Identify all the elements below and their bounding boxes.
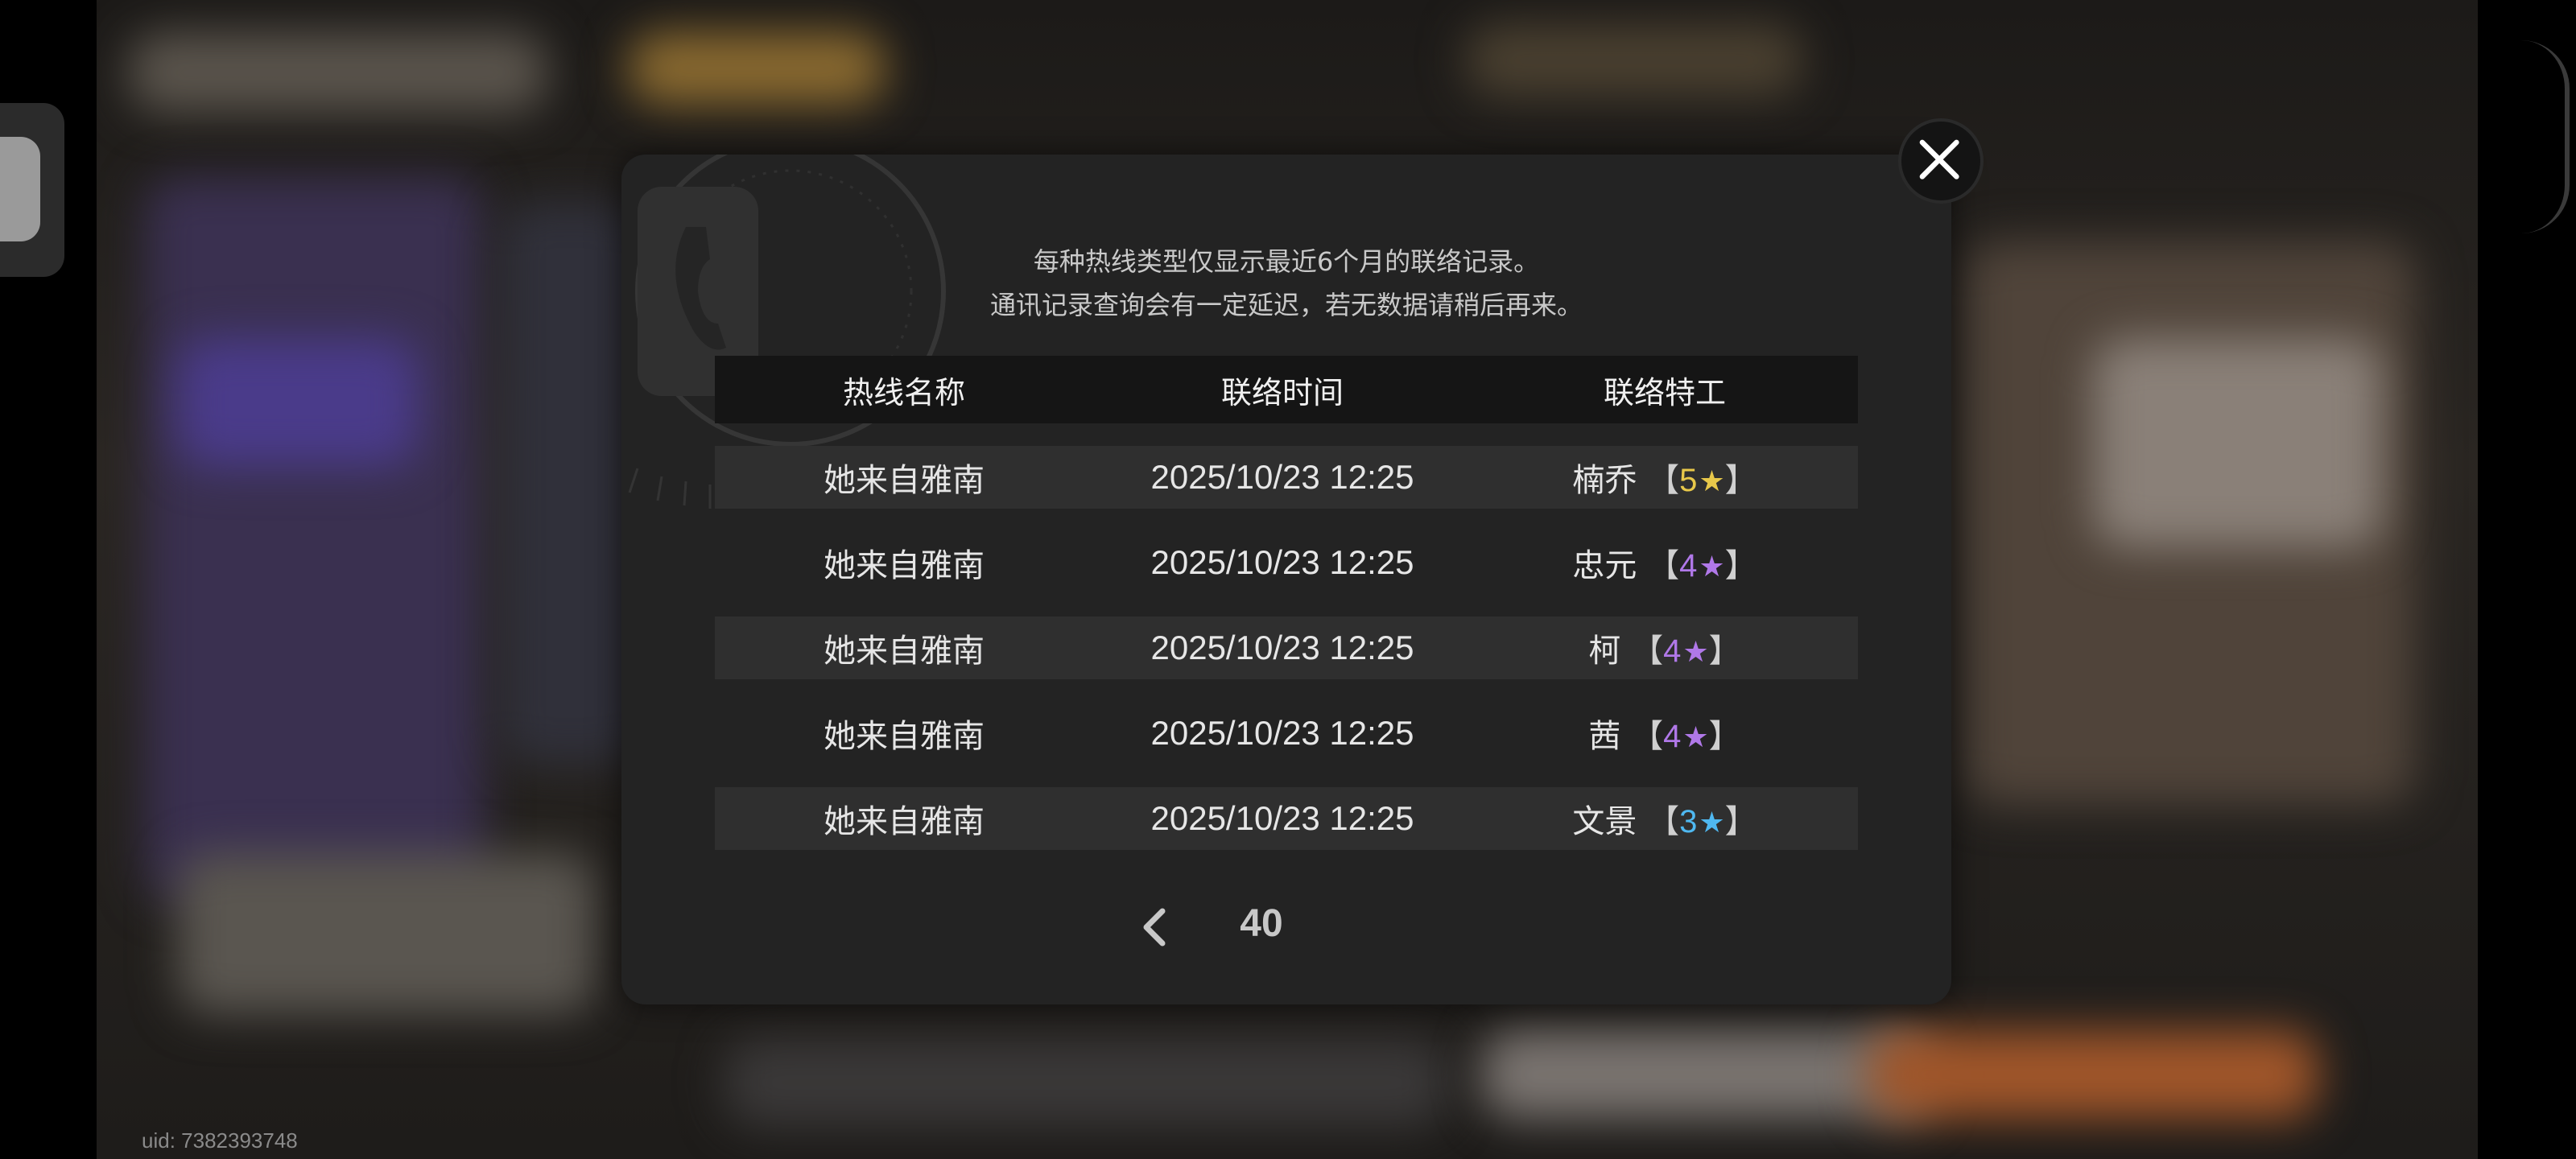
- notice-line-2: 通讯记录查询会有一定延迟，若无数据请稍后再来。: [989, 290, 1583, 320]
- rank-bracket-open: 【: [1647, 462, 1680, 499]
- contact-time-cell: 2025/10/23 12:25: [1150, 714, 1414, 752]
- side-handle[interactable]: [0, 103, 64, 277]
- notice-text: 每种热线类型仅显示最近6个月的联络记录。 通讯记录查询会有一定延迟，若无数据请稍…: [621, 240, 1951, 327]
- agent-cell: 忠元 【4★】: [1472, 539, 1858, 586]
- star-icon: ★: [1699, 806, 1725, 839]
- table-row: 她来自雅南 2025/10/23 12:25 茜 【4★】: [715, 702, 1858, 765]
- notice-line-1: 每种热线类型仅显示最近6个月的联络记录。: [1033, 246, 1540, 277]
- star-icon: ★: [1699, 551, 1725, 584]
- contact-time-cell: 2025/10/23 12:25: [1150, 799, 1414, 837]
- close-icon[interactable]: [1898, 118, 1984, 204]
- rank-bracket-open: 【: [1647, 803, 1680, 840]
- chevron-left-icon[interactable]: [1133, 905, 1179, 950]
- agent-name: 楠乔: [1572, 462, 1637, 499]
- contact-time-cell: 2025/10/23 12:25: [1150, 458, 1414, 496]
- rank-number: 4: [1679, 548, 1698, 584]
- hotline-name-cell: 她来自雅南: [824, 803, 985, 840]
- table-row: 她来自雅南 2025/10/23 12:25 柯 【4★】: [715, 617, 1858, 679]
- page-number: 40: [1240, 902, 1283, 945]
- agent-cell: 茜 【4★】: [1472, 710, 1858, 757]
- rank-bracket-close: 】: [1724, 547, 1757, 584]
- rank-bracket-close: 】: [1724, 803, 1757, 840]
- rank-number: 4: [1663, 633, 1682, 669]
- side-handle-knob: [0, 137, 40, 241]
- contact-record-dialog: 每种热线类型仅显示最近6个月的联络记录。 通讯记录查询会有一定延迟，若无数据请稍…: [621, 155, 1951, 1004]
- agent-name: 茜: [1588, 718, 1621, 755]
- contact-record-table: 热线名称 联络时间 联络特工 她来自雅南 2025/10/23 12:25 楠乔…: [715, 356, 1858, 850]
- header-contact-time: 联络时间: [1220, 374, 1344, 410]
- rank-bracket-open: 【: [1647, 547, 1680, 584]
- star-icon: ★: [1682, 636, 1709, 669]
- agent-cell: 楠乔 【5★】: [1472, 454, 1858, 501]
- rank-bracket-close: 】: [1708, 718, 1741, 755]
- agent-cell: 文景 【3★】: [1472, 795, 1858, 842]
- screen: uid: 7382393748 每种热线类型仅显示最近6个月的联络记录。 通讯记…: [0, 0, 2576, 1159]
- table-row: 她来自雅南 2025/10/23 12:25 忠元 【4★】: [715, 531, 1858, 594]
- header-contact-agent: 联络特工: [1603, 374, 1726, 410]
- hotline-name-cell: 她来自雅南: [824, 547, 985, 584]
- rank-number: 4: [1663, 719, 1682, 754]
- rank-bracket-open: 【: [1631, 633, 1664, 670]
- hotline-name-cell: 她来自雅南: [824, 633, 985, 670]
- table-row: 她来自雅南 2025/10/23 12:25 文景 【3★】: [715, 787, 1858, 850]
- pagination: 40: [621, 895, 1951, 959]
- edge-decoration: [2516, 40, 2570, 233]
- table-row: 她来自雅南 2025/10/23 12:25 楠乔 【5★】: [715, 446, 1858, 509]
- agent-name: 文景: [1572, 803, 1637, 840]
- rank-bracket-open: 【: [1631, 718, 1664, 755]
- hotline-name-cell: 她来自雅南: [824, 462, 985, 499]
- agent-cell: 柯 【4★】: [1472, 625, 1858, 671]
- table-header: 热线名称 联络时间 联络特工: [715, 356, 1858, 423]
- contact-time-cell: 2025/10/23 12:25: [1150, 543, 1414, 581]
- rank-bracket-close: 】: [1708, 633, 1741, 670]
- hotline-name-cell: 她来自雅南: [824, 718, 985, 755]
- star-icon: ★: [1699, 465, 1725, 498]
- uid-label: uid: 7382393748: [142, 1128, 298, 1153]
- rank-number: 3: [1679, 804, 1698, 839]
- header-hotline-name: 热线名称: [842, 374, 965, 410]
- rank-bracket-close: 】: [1724, 462, 1757, 499]
- star-icon: ★: [1682, 721, 1709, 754]
- agent-name: 柯: [1588, 633, 1621, 670]
- agent-name: 忠元: [1572, 547, 1637, 584]
- contact-time-cell: 2025/10/23 12:25: [1150, 629, 1414, 666]
- rank-number: 5: [1679, 463, 1698, 498]
